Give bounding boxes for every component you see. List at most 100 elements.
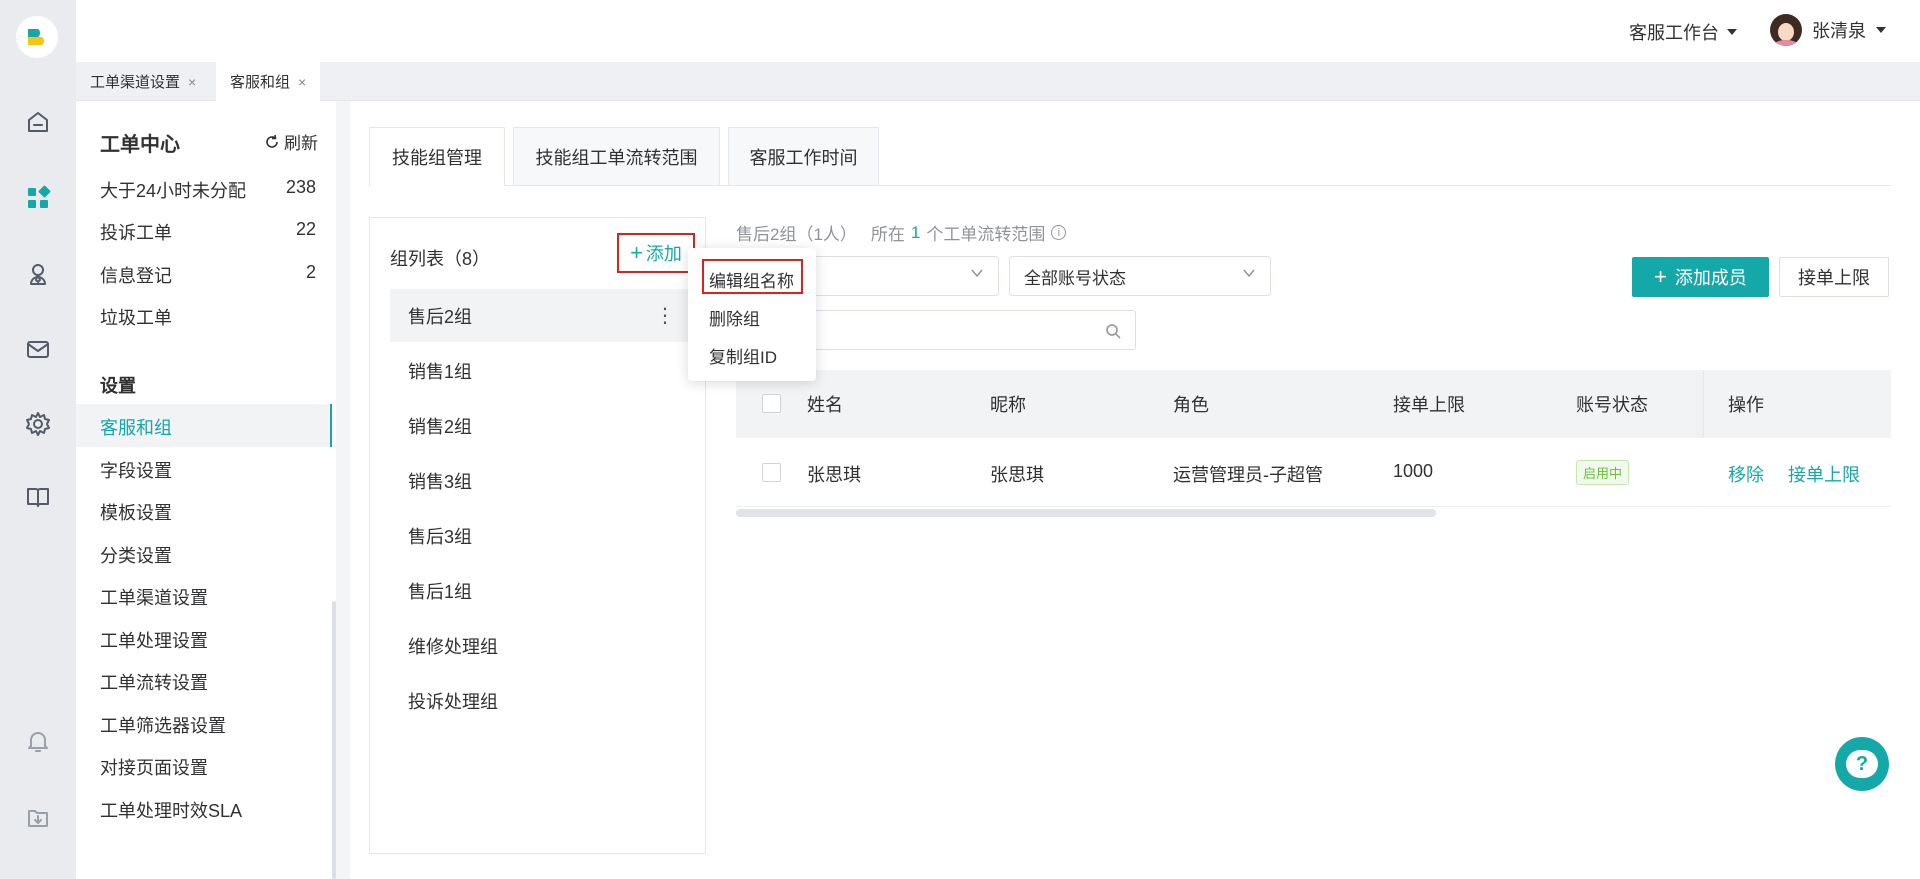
logo-icon xyxy=(28,29,44,45)
page-tab-agents-groups[interactable]: 客服和组 × xyxy=(216,62,321,101)
dashboard-icon[interactable] xyxy=(20,180,56,216)
plus-icon: + xyxy=(630,240,643,265)
sidebar-item-registration[interactable]: 信息登记 xyxy=(100,262,172,288)
group-detail-name: 售后2组（1人） xyxy=(736,225,857,244)
sidebar-item-fields[interactable]: 字段设置 xyxy=(100,457,172,483)
sidebar-item-sla[interactable]: 工单处理时效SLA xyxy=(100,797,242,823)
book-icon[interactable] xyxy=(20,479,56,515)
page-tab-channel-settings[interactable]: 工单渠道设置 × xyxy=(76,62,210,101)
accept-limit-button[interactable]: 接单上限 xyxy=(1779,257,1889,297)
page-tab-label: 工单渠道设置 xyxy=(90,74,181,91)
close-icon[interactable]: × xyxy=(188,74,196,90)
accept-limit-label: 接单上限 xyxy=(1798,268,1870,288)
download-icon[interactable] xyxy=(20,799,56,835)
scope-count[interactable]: 1 xyxy=(911,223,920,243)
gear-icon[interactable] xyxy=(20,406,56,442)
user-menu[interactable]: 张清泉 xyxy=(1770,14,1886,46)
workspace-switcher[interactable]: 客服工作台 xyxy=(1629,19,1737,45)
caret-down-icon xyxy=(1727,29,1737,35)
sidebar-item-integration[interactable]: 对接页面设置 xyxy=(100,754,208,780)
column-header-status: 账号状态 xyxy=(1576,395,1648,415)
close-icon[interactable]: × xyxy=(298,74,306,90)
select-all-checkbox[interactable] xyxy=(762,394,781,413)
tab-active-cover xyxy=(370,184,504,186)
sidebar-count: 238 xyxy=(285,177,316,197)
add-group-button[interactable]: + 添加 xyxy=(617,233,695,273)
home-icon[interactable] xyxy=(20,104,56,140)
group-item[interactable]: 销售3组 xyxy=(390,454,705,507)
sidebar-item-processing[interactable]: 工单处理设置 xyxy=(100,627,208,653)
sidebar-item-unassigned[interactable]: 大于24小时未分配 xyxy=(100,177,246,203)
app-logo[interactable] xyxy=(16,16,58,58)
tab-skill-group-flow-scope[interactable]: 技能组工单流转范围 xyxy=(513,127,720,185)
app-rail xyxy=(0,0,76,879)
page-tab-bar: 工单渠道设置 × 客服和组 × xyxy=(76,62,1920,101)
mail-icon[interactable] xyxy=(20,331,56,367)
agent-icon[interactable] xyxy=(20,256,56,292)
menu-item-copy-group-id[interactable]: 复制组ID xyxy=(709,343,777,368)
table-header xyxy=(736,370,1891,438)
column-header-nickname: 昵称 xyxy=(990,395,1026,415)
sidebar-item-channels[interactable]: 工单渠道设置 xyxy=(100,584,208,610)
column-header-limit: 接单上限 xyxy=(1393,395,1465,415)
status-badge: 启用中 xyxy=(1576,460,1630,485)
search-icon[interactable] xyxy=(1105,323,1121,339)
user-name: 张清泉 xyxy=(1812,21,1866,41)
sidebar-count: 22 xyxy=(295,219,316,239)
workspace-label: 客服工作台 xyxy=(1629,23,1719,43)
menu-item-delete-group[interactable]: 删除组 xyxy=(709,305,760,330)
settings-section-title: 设置 xyxy=(100,376,136,396)
add-group-label: 添加 xyxy=(645,244,682,264)
group-item[interactable]: 投诉处理组 xyxy=(390,674,705,727)
menu-item-edit-group-name[interactable]: 编辑组名称 xyxy=(709,267,794,292)
page-tab-label: 客服和组 xyxy=(230,74,291,91)
status-filter-value: 全部账号状态 xyxy=(1024,268,1126,288)
plus-icon: + xyxy=(1654,264,1667,289)
remove-link[interactable]: 移除 xyxy=(1728,461,1764,487)
group-item-label: 售后2组 xyxy=(408,306,473,327)
chevron-down-icon xyxy=(971,269,983,278)
group-list-title: 组列表（8） xyxy=(390,249,491,269)
sidebar-item-filters[interactable]: 工单筛选器设置 xyxy=(100,712,226,738)
group-detail-heading: 售后2组（1人） 所在 1 个工单流转范围 i xyxy=(736,220,1067,245)
sidebar-item-spam[interactable]: 垃圾工单 xyxy=(100,304,172,330)
status-filter-select[interactable]: 全部账号状态 xyxy=(1009,256,1271,296)
column-header-name: 姓名 xyxy=(807,395,843,415)
add-member-button[interactable]: + 添加成员 xyxy=(1632,257,1769,297)
help-button[interactable]: ? xyxy=(1835,737,1889,791)
column-header-actions: 操作 xyxy=(1728,395,1764,415)
group-item[interactable]: 售后2组 ⋮ xyxy=(390,289,705,342)
bell-icon[interactable] xyxy=(20,723,56,759)
refresh-icon xyxy=(266,134,278,148)
group-item[interactable]: 售后1组 xyxy=(390,564,705,617)
caret-down-icon xyxy=(1876,27,1886,33)
refresh-label: 刷新 xyxy=(284,134,318,153)
row-checkbox[interactable] xyxy=(762,463,781,482)
sidebar-item-templates[interactable]: 模板设置 xyxy=(100,499,172,525)
group-item[interactable]: 销售2组 xyxy=(390,399,705,452)
cell-role: 运营管理员-子超管 xyxy=(1173,465,1323,485)
group-item[interactable]: 维修处理组 xyxy=(390,619,705,672)
tab-underline xyxy=(369,185,1891,186)
row-limit-link[interactable]: 接单上限 xyxy=(1788,461,1860,487)
tab-skill-group-management[interactable]: 技能组管理 xyxy=(369,127,505,185)
tab-agent-work-time[interactable]: 客服工作时间 xyxy=(728,127,879,185)
info-icon[interactable]: i xyxy=(1051,225,1067,240)
sidebar: 工单中心 刷新 大于24小时未分配 238 投诉工单 22 信息登记 2 垃圾工… xyxy=(76,101,336,879)
avatar xyxy=(1770,14,1802,46)
sidebar-count: 2 xyxy=(305,262,316,282)
scope-prefix: 所在 xyxy=(870,225,905,244)
group-item[interactable]: 售后3组 xyxy=(390,509,705,562)
more-icon[interactable]: ⋮ xyxy=(655,303,675,328)
sidebar-item-categories[interactable]: 分类设置 xyxy=(100,542,172,568)
scope-suffix: 个工单流转范围 xyxy=(926,225,1046,244)
sidebar-item-flow[interactable]: 工单流转设置 xyxy=(100,669,208,695)
horizontal-scrollbar[interactable] xyxy=(736,509,1436,517)
chevron-down-icon xyxy=(1243,269,1255,278)
sidebar-item-complaint[interactable]: 投诉工单 xyxy=(100,219,172,245)
refresh-button[interactable]: 刷新 xyxy=(264,129,318,154)
column-header-role: 角色 xyxy=(1173,395,1209,415)
group-item[interactable]: 销售1组 xyxy=(390,344,705,397)
sidebar-item-agents-groups[interactable]: 客服和组 xyxy=(100,414,172,440)
cell-nickname: 张思琪 xyxy=(990,465,1044,485)
